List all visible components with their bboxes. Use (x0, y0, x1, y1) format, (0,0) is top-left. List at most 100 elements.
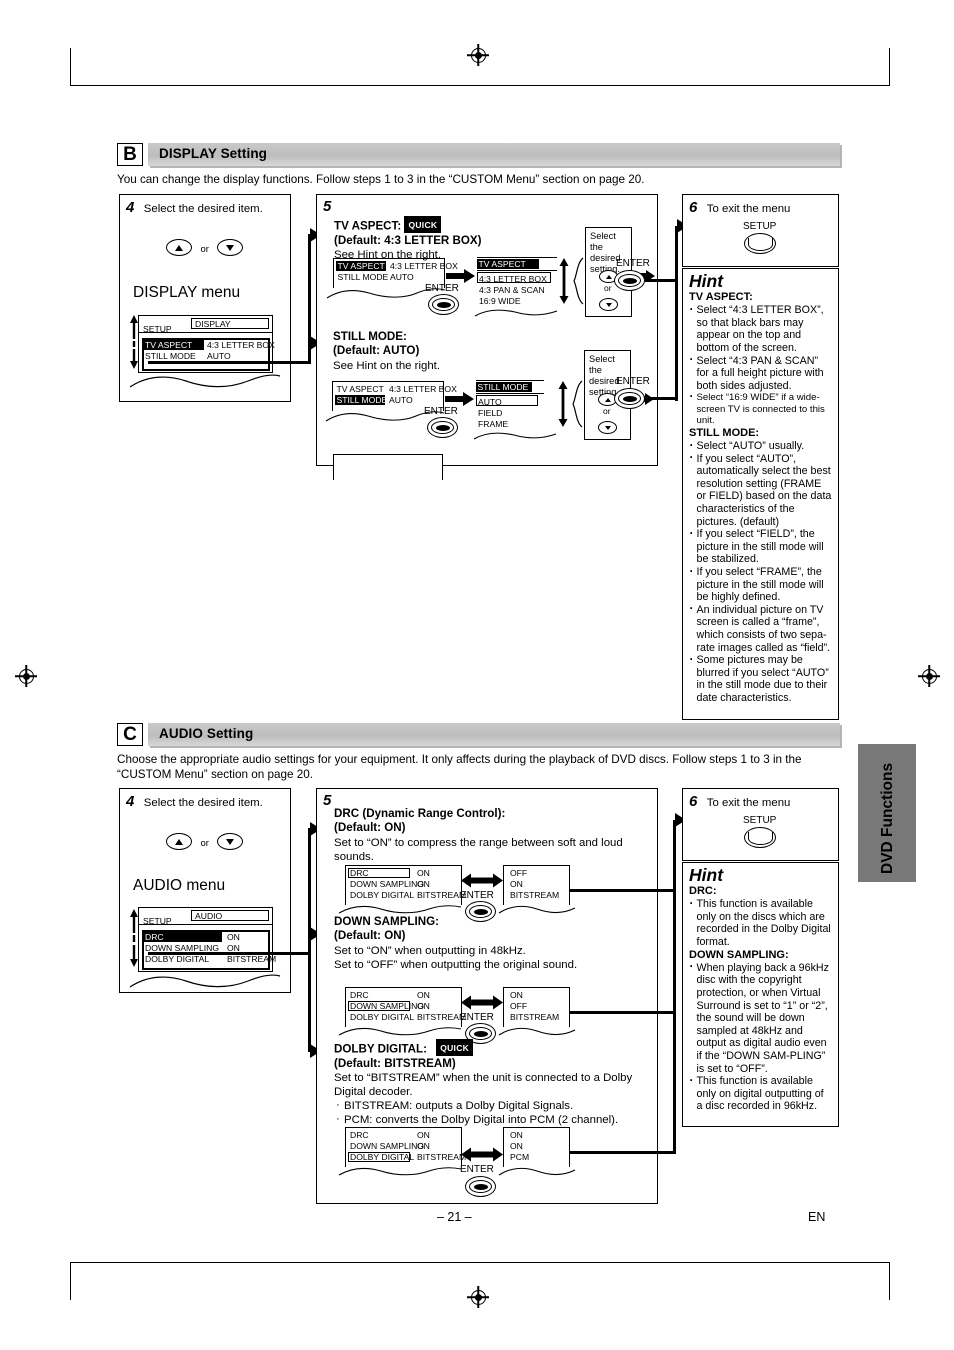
drc-osd-right-1: ON (510, 879, 523, 889)
audio-step6-connector-v (673, 820, 676, 1153)
display-section-intro: You can change the display functions. Fo… (117, 173, 645, 186)
display-step6-number: 6 (689, 199, 698, 216)
audio-connector-v2 (308, 952, 311, 1052)
cursor-down-icon[interactable] (598, 421, 617, 435)
down-sampling-osd-row2-name: DOLBY DIGITAL (350, 1012, 415, 1022)
drc-osd-row2-name: DOLBY DIGITAL (350, 890, 415, 900)
display-section-title: DISPLAY Setting (159, 146, 268, 161)
hint-bullet: If you select “FRAME”, the picture in th… (689, 565, 832, 604)
setup-button[interactable] (744, 233, 776, 254)
still-mode-option-1[interactable]: FIELD (478, 408, 502, 418)
audio-step6-text: To exit the menu (706, 797, 791, 809)
drc-osd-right-0: OFF (510, 868, 528, 878)
tv-aspect-updown-arrow (557, 257, 571, 310)
cursor-down-icon[interactable] (217, 239, 244, 257)
still-mode-osd-left-row0-name: TV ASPECT (336, 384, 384, 394)
display-step6-text: To exit the menu (706, 203, 791, 215)
dolby-digital-title: DOLBY DIGITAL: (334, 1042, 427, 1056)
audio-connector-dd-out (569, 1151, 676, 1154)
audio-step4-number: 4 (126, 793, 135, 810)
quick-badge: QUICK (404, 216, 442, 234)
enter-button[interactable] (614, 388, 645, 409)
dolby-digital-osd-row1-value: ON (417, 1141, 430, 1151)
audio-hint-group0-heading: DRC: (689, 885, 717, 897)
down-sampling-enter-label: ENTER (460, 1012, 494, 1023)
display-osd-wave (129, 374, 281, 388)
drc-title: DRC (Dynamic Range Control): (334, 807, 506, 820)
display-osd-row0-name: TV ASPECT (145, 340, 193, 350)
tv-aspect-osd-left (333, 454, 443, 480)
display-connector-h1 (148, 361, 310, 364)
still-mode-brace (571, 380, 583, 433)
hint-bullet: When playing back a 96kHz disc with the … (689, 960, 832, 1075)
audio-osd-row0-value: ON (227, 932, 240, 942)
audio-step4-cursor-keys: or (166, 833, 244, 851)
still-mode-updown-arrow (556, 380, 570, 433)
audio-step6-box: 6 To exit the menu SETUP (682, 788, 839, 861)
setup-button[interactable] (744, 827, 776, 848)
cursor-down-icon[interactable] (599, 298, 618, 312)
display-step6-connector-h1 (645, 279, 677, 282)
down-sampling-osd-right-0: ON (510, 990, 523, 1000)
dolby-digital-osd-right-2: PCM (510, 1152, 530, 1162)
audio-hint-group1-heading: DOWN SAMPLING: (689, 948, 789, 961)
display-step6-box: 6 To exit the menu SETUP (682, 194, 839, 267)
enter-button[interactable] (465, 1176, 496, 1197)
crop-rule-top (70, 85, 890, 87)
hint-bullet: If you select “FIELD”, the picture in th… (689, 527, 832, 566)
audio-section-header: C AUDIO Setting (117, 723, 840, 746)
display-scroll-indicator (127, 313, 141, 378)
down-sampling-default: (Default: ON) (334, 929, 406, 943)
drc-osd-row0-value: ON (417, 868, 430, 878)
display-osd-row1-name: STILL MODE (145, 351, 196, 361)
cursor-down-icon[interactable] (217, 833, 244, 851)
dolby-digital-enter-label: ENTER (460, 1164, 494, 1175)
audio-connector-ds-out (569, 1011, 676, 1014)
hint-bullet: Select “16:9 WIDE” if a wide-screen TV i… (689, 391, 832, 427)
dolby-digital-line-0: Set to “BITSTREAM” when the unit is conn… (334, 1072, 633, 1099)
crop-rule-bottom (70, 1262, 890, 1264)
tv-aspect-osd-left-row1-name: STILL MODE (337, 272, 389, 282)
quick-badge: QUICK (436, 1039, 474, 1057)
enter-button[interactable] (428, 294, 459, 315)
tv-aspect-option-0[interactable]: 4:3 LETTER BOX (479, 274, 547, 284)
still-mode-option-0[interactable]: AUTO (478, 397, 502, 407)
audio-connector-drc-out (569, 889, 676, 892)
down-sampling-line-1: Set to “OFF” when outputting the origina… (334, 958, 578, 971)
down-sampling-osd-row0-value: ON (417, 990, 430, 1000)
tv-aspect-option-1[interactable]: 4:3 PAN & SCAN (479, 285, 545, 295)
dolby-digital-osd-right: ON ON PCM (498, 1127, 576, 1176)
dolby-digital-osd-left: DRC ON DOWN SAMPLING ON DOLBY DIGITAL BI… (338, 1127, 466, 1176)
crop-mark-bottom-left (70, 1262, 72, 1300)
drc-osd-row1-value: ON (417, 879, 430, 889)
audio-hint-title: Hint (689, 865, 724, 885)
down-sampling-osd-row0-name: DRC (350, 990, 369, 1000)
hint-bullet: Select “AUTO” usually. (689, 439, 832, 453)
down-sampling-osd-left: DRC ON DOWN SAMPLING ON DOLBY DIGITAL BI… (338, 987, 466, 1036)
down-sampling-osd-row1-name: DOWN SAMPLING (350, 1001, 425, 1011)
still-mode-enter-label: ENTER (424, 406, 458, 417)
enter-button[interactable] (614, 270, 645, 291)
dolby-digital-bullet-1: · PCM: converts the Dolby Digital into P… (336, 1113, 619, 1127)
cursor-up-icon[interactable] (166, 833, 192, 851)
cursor-up-icon[interactable] (166, 239, 192, 257)
audio-section-intro: Choose the appropriate audio settings fo… (117, 753, 802, 781)
hint-bullet: Some pictures may be blurred if you sele… (689, 653, 832, 704)
crop-mark-top-left (70, 48, 72, 86)
display-step6-connector-v (675, 226, 678, 401)
registration-mark-bottom (467, 1286, 489, 1308)
down-sampling-osd-right-2: BITSTREAM (510, 1012, 560, 1022)
tv-aspect-osd-left-row1-value: AUTO (390, 272, 414, 282)
display-section-header: B DISPLAY Setting (117, 143, 840, 166)
tv-aspect-osd-left-row0-name: TV ASPECT (337, 261, 385, 271)
drc-line-0: Set to “ON” to compress the range betwee… (334, 836, 623, 863)
still-mode-enter2-label: ENTER (616, 376, 650, 387)
dolby-digital-osd-right-1: ON (510, 1141, 523, 1151)
dolby-digital-osd-right-0: ON (510, 1130, 523, 1140)
enter-button[interactable] (427, 417, 458, 438)
tv-aspect-brace (572, 257, 584, 310)
display-step4-number: 4 (126, 199, 135, 216)
hint-bullet: This function is available only on the d… (689, 897, 832, 948)
registration-mark-top (467, 44, 489, 66)
display-step6-connector-h2 (645, 397, 677, 400)
